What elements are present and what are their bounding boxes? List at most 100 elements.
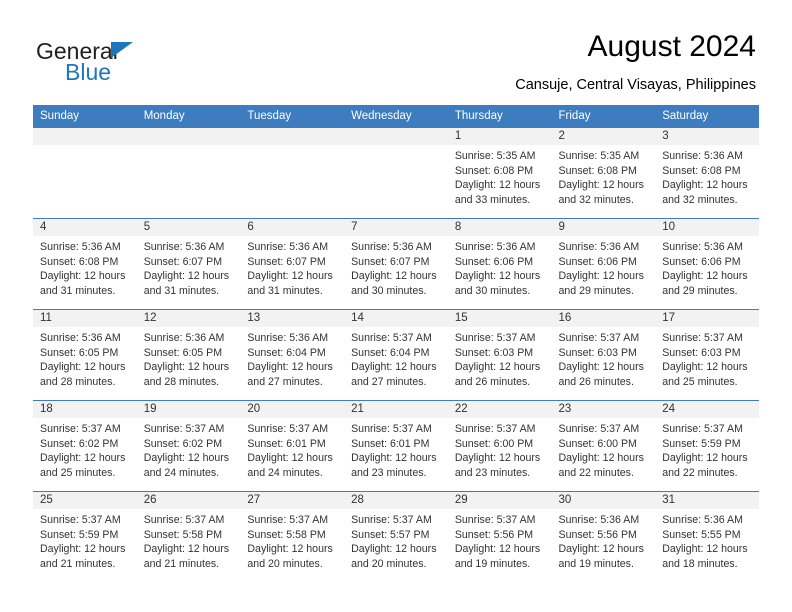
calendar-day-cell[interactable]: 23 Sunrise: 5:37 AM Sunset: 6:00 PM Dayligh… xyxy=(551,400,656,492)
calendar-week-row: 11 Sunrise: 5:36 AM Sunset: 6:05 PM Dayligh… xyxy=(33,309,759,401)
calendar-day-cell[interactable]: 3 Sunrise: 5:36 AM Sunset: 6:08 PM Daylight… xyxy=(655,128,759,219)
day-details: Sunrise: 5:37 AM Sunset: 6:00 PM Daylight:… xyxy=(448,418,552,480)
day-number: 20 xyxy=(240,401,345,418)
day-number: 8 xyxy=(447,219,552,236)
sunrise-text: Sunrise: 5:37 AM xyxy=(662,332,743,344)
sunset-text: Sunset: 5:55 PM xyxy=(662,528,741,541)
daylight-text: Daylight: 12 hours and 19 minutes. xyxy=(454,543,541,570)
day-number xyxy=(344,128,448,145)
calendar-day-cell[interactable]: 16 Sunrise: 5:37 AM Sunset: 6:03 PM Dayligh… xyxy=(551,309,656,401)
sunrise-text: Sunrise: 5:36 AM xyxy=(143,241,225,253)
calendar-day-cell[interactable]: 13 Sunrise: 5:36 AM Sunset: 6:04 PM Dayligh… xyxy=(240,309,345,401)
day-number: 13 xyxy=(240,310,345,327)
daylight-text: Daylight: 12 hours and 18 minutes. xyxy=(662,543,748,570)
sunrise-text: Sunrise: 5:37 AM xyxy=(247,423,329,435)
calendar-day-cell[interactable]: 2 Sunrise: 5:35 AM Sunset: 6:08 PM Daylight… xyxy=(551,128,656,219)
sunset-text: Sunset: 6:03 PM xyxy=(454,346,534,359)
sunset-text: Sunset: 5:59 PM xyxy=(662,437,741,450)
day-details: Sunrise: 5:36 AM Sunset: 5:55 PM Daylight:… xyxy=(655,509,759,571)
day-number xyxy=(240,128,345,145)
calendar-day-cell[interactable]: 8 Sunrise: 5:36 AM Sunset: 6:06 PM Daylight… xyxy=(447,218,552,310)
day-number: 12 xyxy=(136,310,241,327)
calendar-day-cell[interactable]: 5 Sunrise: 5:36 AM Sunset: 6:07 PM Daylight… xyxy=(136,218,241,310)
calendar-day-cell[interactable]: 21 Sunrise: 5:37 AM Sunset: 6:01 PM Dayligh… xyxy=(344,400,448,492)
sunset-text: Sunset: 6:00 PM xyxy=(558,437,637,450)
sunset-text: Sunset: 5:56 PM xyxy=(454,528,534,541)
sunrise-text: Sunrise: 5:37 AM xyxy=(351,332,432,344)
daylight-text: Daylight: 12 hours and 27 minutes. xyxy=(247,361,333,388)
sunrise-text: Sunrise: 5:37 AM xyxy=(351,514,432,526)
day-number: 7 xyxy=(344,219,448,236)
sunrise-text: Sunrise: 5:36 AM xyxy=(454,241,536,253)
calendar-day-cell[interactable]: 27 Sunrise: 5:37 AM Sunset: 5:58 PM Dayligh… xyxy=(240,491,345,582)
day-number: 9 xyxy=(551,219,656,236)
calendar-day-cell[interactable]: 6 Sunrise: 5:36 AM Sunset: 6:07 PM Daylight… xyxy=(240,218,345,310)
general-blue-logo[interactable]: General Blue xyxy=(36,38,226,86)
calendar-day-cell[interactable]: 29 Sunrise: 5:37 AM Sunset: 5:56 PM Dayligh… xyxy=(447,491,552,582)
calendar-day-cell[interactable]: 17 Sunrise: 5:37 AM Sunset: 6:03 PM Dayligh… xyxy=(655,309,759,401)
day-number: 19 xyxy=(136,401,241,418)
calendar-day-cell[interactable]: 15 Sunrise: 5:37 AM Sunset: 6:03 PM Dayligh… xyxy=(447,309,552,401)
calendar-day-cell[interactable]: 28 Sunrise: 5:37 AM Sunset: 5:57 PM Dayligh… xyxy=(344,491,448,582)
daylight-text: Daylight: 12 hours and 28 minutes. xyxy=(143,361,230,388)
calendar-day-cell[interactable]: 30 Sunrise: 5:36 AM Sunset: 5:56 PM Dayligh… xyxy=(551,491,656,582)
sunrise-text: Sunrise: 5:37 AM xyxy=(40,514,121,526)
weekday-header-tuesday: Tuesday xyxy=(240,105,345,128)
sunrise-text: Sunrise: 5:36 AM xyxy=(662,514,743,526)
sunrise-text: Sunrise: 5:36 AM xyxy=(558,514,640,526)
daylight-text: Daylight: 12 hours and 29 minutes. xyxy=(662,270,748,297)
day-number: 6 xyxy=(240,219,345,236)
day-number: 16 xyxy=(551,310,656,327)
daylight-text: Daylight: 12 hours and 23 minutes. xyxy=(454,452,541,479)
calendar-day-cell[interactable]: 25 Sunrise: 5:37 AM Sunset: 5:59 PM Dayligh… xyxy=(33,491,137,582)
sunrise-text: Sunrise: 5:37 AM xyxy=(143,423,225,435)
day-details: Sunrise: 5:37 AM Sunset: 6:01 PM Daylight:… xyxy=(240,418,344,480)
calendar-day-cell-empty xyxy=(344,128,448,219)
calendar-day-cell[interactable]: 19 Sunrise: 5:37 AM Sunset: 6:02 PM Dayligh… xyxy=(136,400,241,492)
calendar-day-cell[interactable]: 22 Sunrise: 5:37 AM Sunset: 6:00 PM Dayligh… xyxy=(447,400,552,492)
sunset-text: Sunset: 5:59 PM xyxy=(40,528,119,541)
day-details: Sunrise: 5:36 AM Sunset: 6:06 PM Daylight:… xyxy=(655,236,759,298)
sunrise-text: Sunrise: 5:37 AM xyxy=(662,423,743,435)
sunset-text: Sunset: 6:07 PM xyxy=(143,255,223,268)
sunrise-text: Sunrise: 5:37 AM xyxy=(558,332,640,344)
calendar-day-cell[interactable]: 24 Sunrise: 5:37 AM Sunset: 5:59 PM Dayligh… xyxy=(655,400,759,492)
calendar-day-cell[interactable]: 12 Sunrise: 5:36 AM Sunset: 6:05 PM Dayligh… xyxy=(136,309,241,401)
day-details: Sunrise: 5:37 AM Sunset: 5:57 PM Daylight:… xyxy=(344,509,448,571)
calendar-day-cell[interactable]: 14 Sunrise: 5:37 AM Sunset: 6:04 PM Dayligh… xyxy=(344,309,448,401)
daylight-text: Daylight: 12 hours and 31 minutes. xyxy=(247,270,333,297)
calendar-day-cell[interactable]: 18 Sunrise: 5:37 AM Sunset: 6:02 PM Dayligh… xyxy=(33,400,137,492)
day-details: Sunrise: 5:36 AM Sunset: 6:08 PM Daylight:… xyxy=(655,145,759,207)
day-details: Sunrise: 5:36 AM Sunset: 6:08 PM Daylight:… xyxy=(33,236,137,298)
daylight-text: Daylight: 12 hours and 22 minutes. xyxy=(662,452,748,479)
day-details: Sunrise: 5:37 AM Sunset: 5:59 PM Daylight:… xyxy=(655,418,759,480)
day-number: 2 xyxy=(551,128,656,145)
sunrise-text: Sunrise: 5:35 AM xyxy=(454,150,536,162)
sunset-text: Sunset: 6:01 PM xyxy=(247,437,326,450)
day-number: 28 xyxy=(344,492,448,509)
sunset-text: Sunset: 6:03 PM xyxy=(662,346,741,359)
daylight-text: Daylight: 12 hours and 21 minutes. xyxy=(40,543,126,570)
weekday-header-thursday: Thursday xyxy=(447,105,552,128)
calendar-day-cell[interactable]: 10 Sunrise: 5:36 AM Sunset: 6:06 PM Dayligh… xyxy=(655,218,759,310)
sunrise-text: Sunrise: 5:36 AM xyxy=(143,332,225,344)
sunrise-text: Sunrise: 5:36 AM xyxy=(40,332,121,344)
calendar-day-cell[interactable]: 11 Sunrise: 5:36 AM Sunset: 6:05 PM Dayligh… xyxy=(33,309,137,401)
calendar-day-cell[interactable]: 4 Sunrise: 5:36 AM Sunset: 6:08 PM Daylight… xyxy=(33,218,137,310)
calendar-day-cell[interactable]: 31 Sunrise: 5:36 AM Sunset: 5:55 PM Dayligh… xyxy=(655,491,759,582)
day-number: 30 xyxy=(551,492,656,509)
day-number: 25 xyxy=(33,492,137,509)
daylight-text: Daylight: 12 hours and 22 minutes. xyxy=(558,452,644,479)
sunset-text: Sunset: 6:04 PM xyxy=(351,346,430,359)
calendar-day-cell[interactable]: 1 Sunrise: 5:35 AM Sunset: 6:08 PM Daylight… xyxy=(447,128,552,219)
calendar-page: General Blue August 2024 Cansuje, Centra… xyxy=(0,0,792,612)
sunset-text: Sunset: 6:05 PM xyxy=(143,346,223,359)
day-details: Sunrise: 5:36 AM Sunset: 6:06 PM Daylight:… xyxy=(448,236,552,298)
calendar-day-cell[interactable]: 20 Sunrise: 5:37 AM Sunset: 6:01 PM Dayligh… xyxy=(240,400,345,492)
day-number: 4 xyxy=(33,219,137,236)
calendar-day-cell[interactable]: 7 Sunrise: 5:36 AM Sunset: 6:07 PM Daylight… xyxy=(344,218,448,310)
daylight-text: Daylight: 12 hours and 33 minutes. xyxy=(454,179,541,206)
calendar-day-cell[interactable]: 9 Sunrise: 5:36 AM Sunset: 6:06 PM Daylight… xyxy=(551,218,656,310)
calendar-day-cell[interactable]: 26 Sunrise: 5:37 AM Sunset: 5:58 PM Dayligh… xyxy=(136,491,241,582)
day-number: 27 xyxy=(240,492,345,509)
